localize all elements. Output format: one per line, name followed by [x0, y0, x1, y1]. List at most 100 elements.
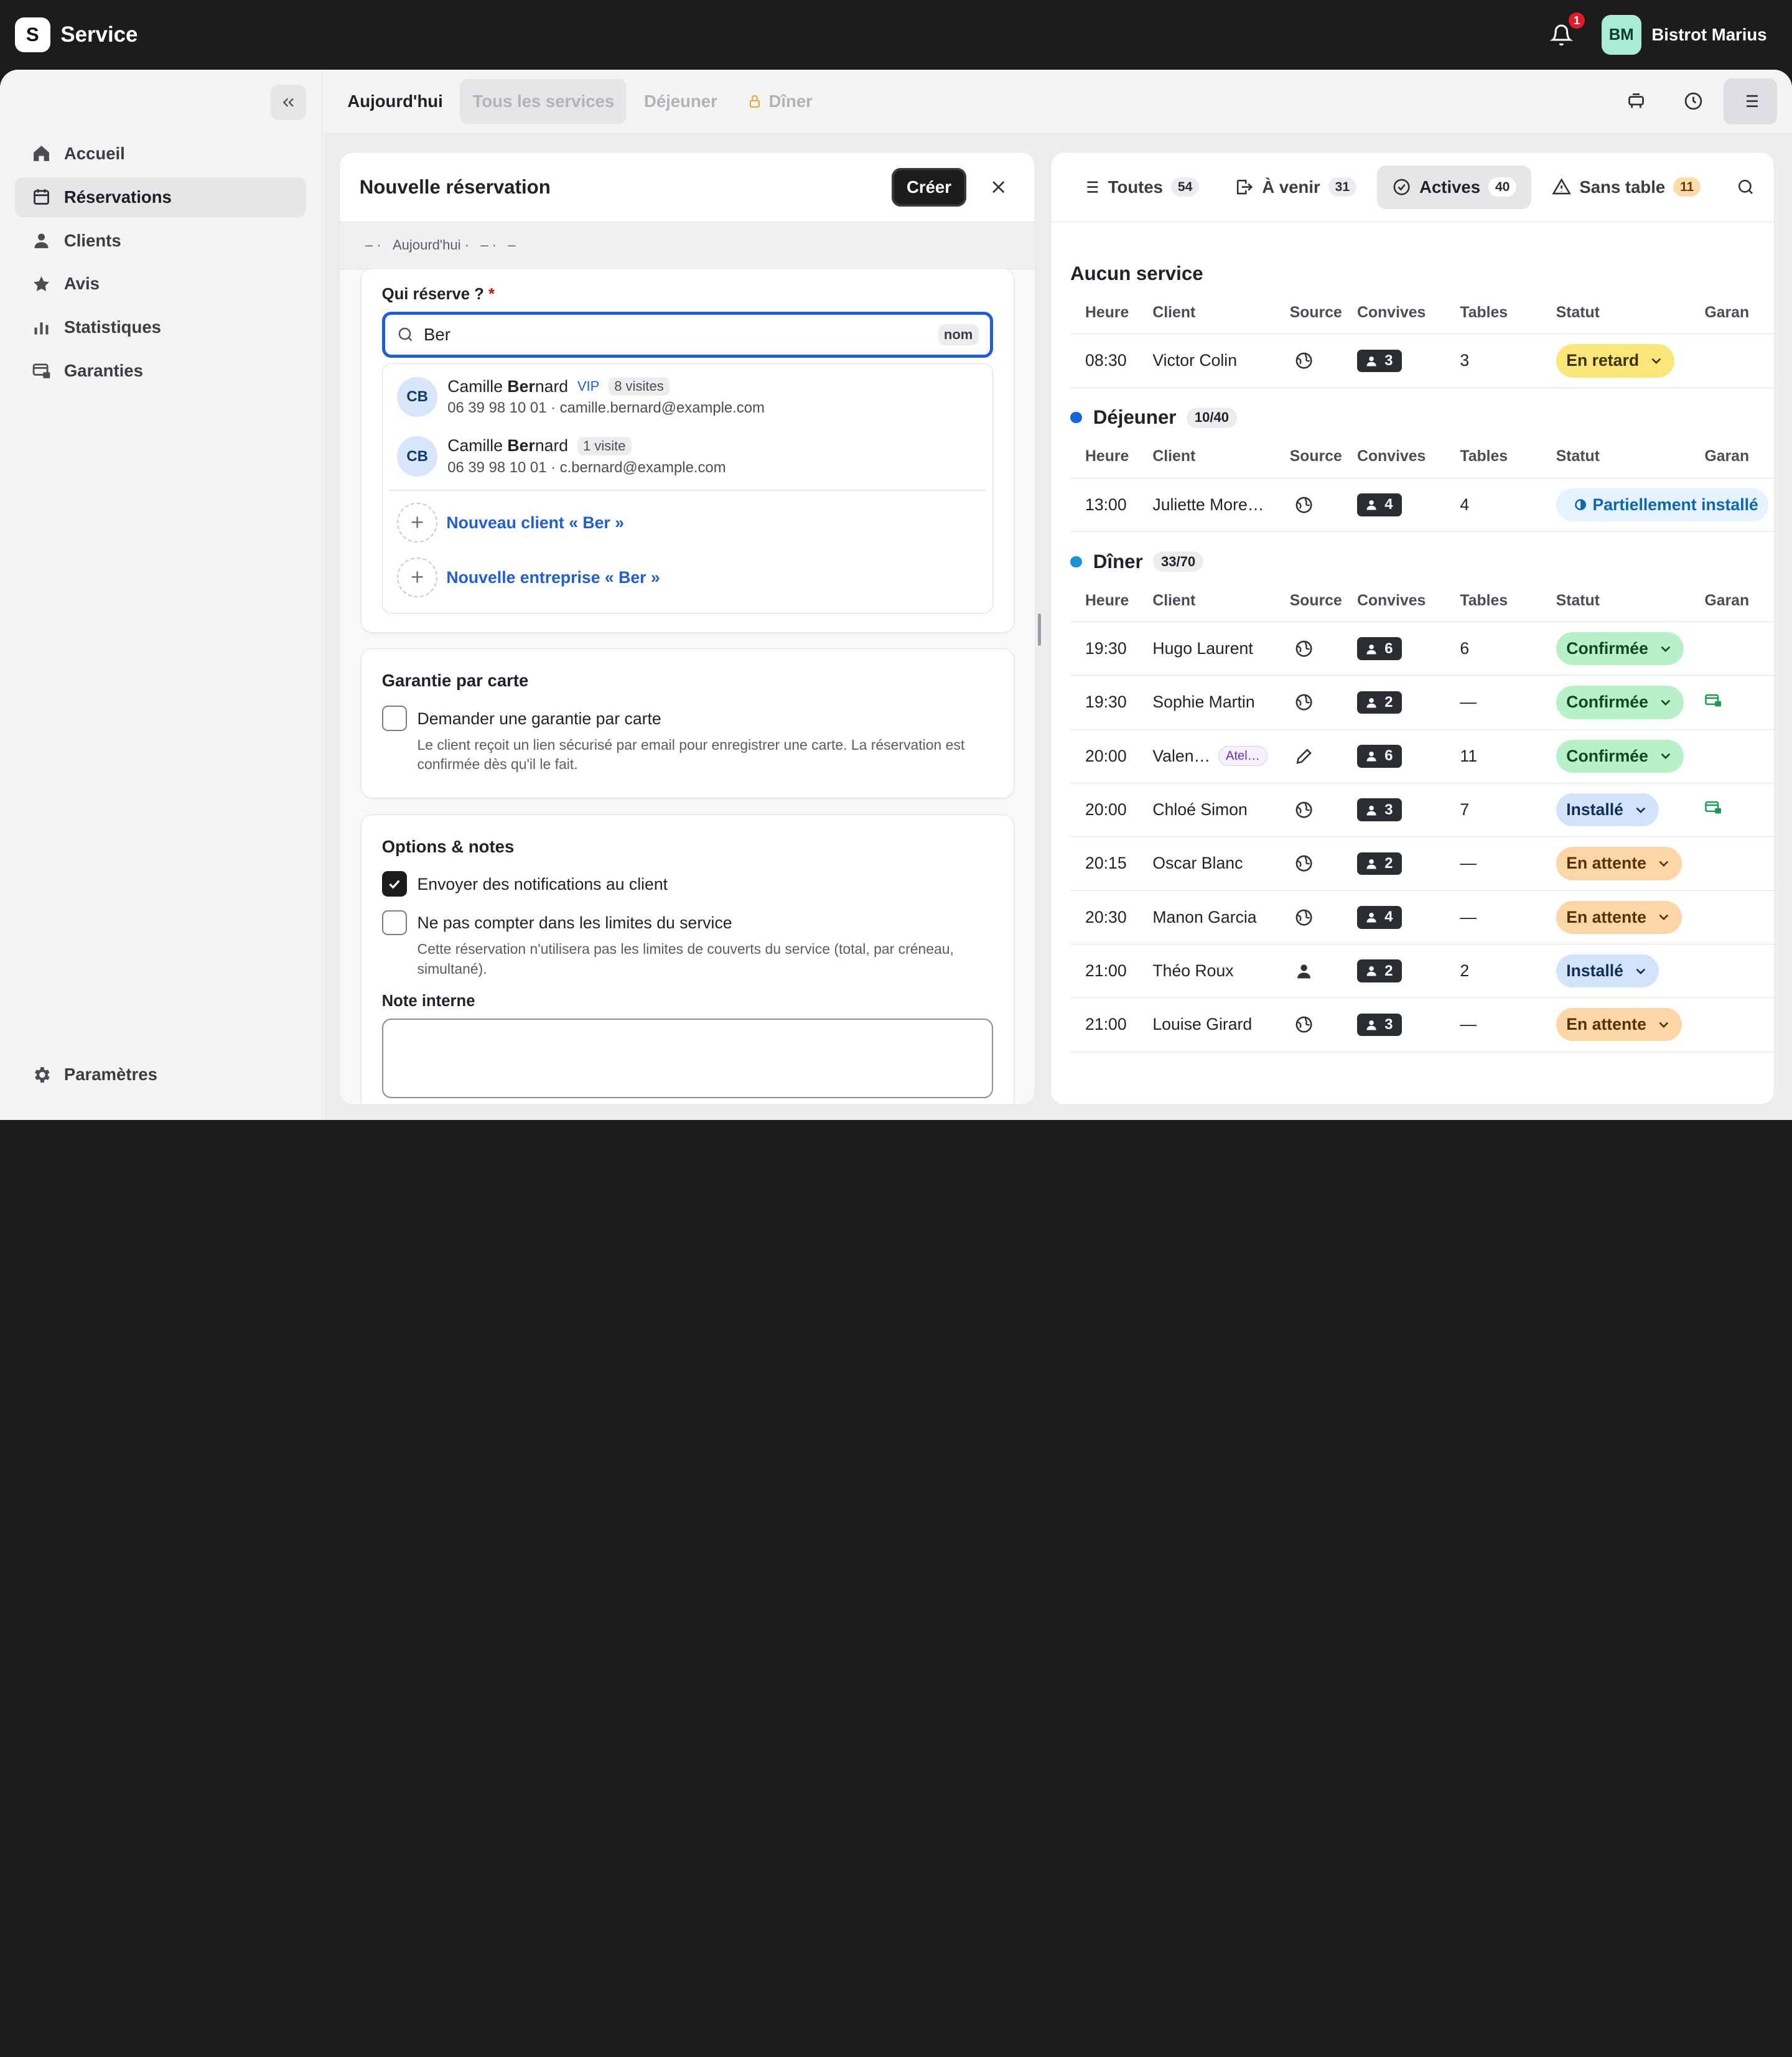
row-tables: 7 [1460, 800, 1470, 819]
panel-title: Nouvelle réservation [359, 175, 551, 198]
col-guarantee[interactable]: Garan [1704, 304, 1762, 322]
new-company-option[interactable]: + Nouvelle entreprise « Ber » [383, 550, 992, 605]
col-client[interactable]: Client [1152, 448, 1289, 465]
sidebar-item-clients[interactable]: Clients [15, 220, 306, 260]
status-badge[interactable]: En attente [1556, 847, 1682, 880]
col-guarantee[interactable]: Garan [1704, 592, 1762, 610]
panel-resize-handle[interactable] [1037, 613, 1042, 646]
col-time[interactable]: Heure [1070, 448, 1152, 465]
check-circle-icon [1393, 179, 1410, 195]
status-badge[interactable]: Confirmée [1556, 632, 1684, 666]
user-avatar[interactable]: BM [1601, 14, 1641, 55]
reservation-row[interactable]: 19:30 Sophie Martin 2 — Confirmée [1070, 676, 1775, 730]
collapse-sidebar-button[interactable] [271, 84, 307, 120]
status-label: Confirmée [1566, 639, 1648, 658]
status-badge[interactable]: Partiellement installé [1556, 488, 1769, 521]
user-name[interactable]: Bistrot Marius [1651, 25, 1766, 45]
timeline-view-button[interactable] [1666, 78, 1720, 124]
col-source[interactable]: Source [1290, 304, 1357, 322]
reservation-row[interactable]: 20:00 Chloé Simon 3 7 Installé [1070, 783, 1775, 837]
client-contact: 06 39 98 10 01 · camille.bernard@example… [447, 399, 765, 417]
half-circle-icon [1575, 499, 1587, 511]
search-mode-tag[interactable]: nom [938, 324, 979, 345]
col-time[interactable]: Heure [1070, 304, 1152, 322]
create-button[interactable]: Créer [892, 167, 966, 207]
globe-icon [1295, 909, 1312, 926]
col-guests[interactable]: Convives [1357, 304, 1460, 322]
col-guests[interactable]: Convives [1357, 592, 1460, 610]
sidebar-item-label: Garanties [63, 360, 143, 380]
col-source[interactable]: Source [1290, 592, 1357, 610]
options-title: Options & notes [381, 836, 515, 856]
client-search-input[interactable]: Ber nom [381, 312, 993, 358]
table-plan-view-button[interactable] [1609, 78, 1663, 124]
new-client-option[interactable]: + Nouveau client « Ber » [383, 495, 992, 550]
reservation-row[interactable]: 08:30 Victor Colin 3 3 En retard [1070, 334, 1775, 388]
reservation-row[interactable]: 19:30 Hugo Laurent 6 6 Confirmée [1070, 622, 1775, 676]
tab-dinner[interactable]: Dîner [734, 79, 825, 124]
tab-all-services[interactable]: Tous les services [460, 79, 627, 124]
status-badge[interactable]: En retard [1556, 344, 1675, 378]
row-guests: 2 [1357, 691, 1460, 714]
sidebar-item-accueil[interactable]: Accueil [15, 134, 306, 174]
sidebar-item-reservations[interactable]: Réservations [14, 177, 307, 217]
col-status[interactable]: Statut [1556, 448, 1705, 465]
sidebar-item-garanties[interactable]: Garanties [15, 351, 306, 391]
reservation-row[interactable]: 21:00 Théo Roux 2 2 Installé [1070, 945, 1775, 999]
internal-note-textarea[interactable] [381, 1018, 993, 1099]
card-guarantee-option[interactable]: Demander une garantie par carte [418, 709, 993, 729]
filter-tab[interactable]: Actives 40 [1377, 165, 1532, 209]
status-badge[interactable]: Installé [1556, 793, 1659, 827]
sidebar-item-settings[interactable]: Paramètres [15, 1055, 306, 1094]
capacity-badge: 10/40 [1186, 407, 1237, 428]
person-icon [1366, 356, 1376, 366]
col-tables[interactable]: Tables [1460, 448, 1556, 465]
tab-today[interactable]: Aujourd'hui [335, 79, 455, 124]
filter-tab[interactable]: Toutes 54 [1066, 166, 1214, 209]
col-status[interactable]: Statut [1556, 592, 1705, 610]
globe-icon [1295, 497, 1312, 513]
reservation-row[interactable]: 13:00 Juliette More… 4 4 Partiellement i… [1070, 478, 1775, 532]
col-source[interactable]: Source [1290, 448, 1357, 465]
filter-tab[interactable]: À venir 31 [1220, 166, 1371, 209]
col-tables[interactable]: Tables [1460, 592, 1556, 610]
status-badge[interactable]: En attente [1556, 900, 1682, 934]
sidebar-item-statistiques[interactable]: Statistiques [15, 307, 306, 347]
reservation-row[interactable]: 20:15 Oscar Blanc 2 — En attente [1070, 837, 1775, 891]
reservation-row[interactable]: 20:00 Valen… Atel… 6 11 Confirmée [1070, 730, 1775, 783]
notify-client-label[interactable]: Envoyer des notifications au client [418, 875, 668, 894]
no-limit-checkbox[interactable] [381, 910, 407, 936]
notifications-button[interactable]: 1 [1546, 12, 1585, 50]
client-result[interactable]: CB Camille Ber nard 1 visite 06 39 98 10 0… [383, 427, 992, 487]
sidebar-item-avis[interactable]: Avis [15, 264, 306, 304]
card-guarantee-checkbox[interactable] [381, 706, 407, 731]
status-badge[interactable]: Confirmée [1556, 686, 1684, 719]
guests-count: 6 [1384, 640, 1393, 657]
col-client[interactable]: Client [1152, 304, 1289, 322]
row-time: 20:00 [1085, 746, 1127, 765]
filter-tab[interactable]: Sans table 11 [1537, 166, 1715, 209]
reservation-row[interactable]: 21:00 Louise Girard 3 — En attente [1070, 998, 1775, 1052]
row-tables: 6 [1460, 639, 1470, 658]
reservation-row[interactable]: 20:30 Manon Garcia 4 — En attente [1070, 891, 1775, 945]
col-time[interactable]: Heure [1070, 592, 1152, 610]
col-status[interactable]: Statut [1556, 304, 1705, 322]
reservation-summary-breadcrumb[interactable]: – · Aujourd'hui · – · – [340, 222, 1035, 269]
notify-client-checkbox[interactable] [381, 871, 407, 897]
col-guests[interactable]: Convives [1357, 448, 1460, 465]
col-client[interactable]: Client [1152, 592, 1289, 610]
status-badge[interactable]: Installé [1556, 954, 1659, 988]
status-badge[interactable]: Confirmée [1556, 739, 1684, 773]
filter-label: Toutes [1108, 177, 1163, 197]
close-panel-button[interactable] [981, 170, 1015, 204]
col-guarantee[interactable]: Garan [1704, 448, 1762, 465]
client-result[interactable]: CB Camille Ber nard VIP 8 visites 06 39 98 … [383, 367, 992, 427]
list-view-button[interactable] [1723, 78, 1778, 124]
search-reservations-button[interactable] [1729, 170, 1763, 204]
no-limit-label[interactable]: Ne pas compter dans les limites du servi… [418, 913, 993, 933]
status-badge[interactable]: En attente [1556, 1008, 1682, 1042]
col-tables[interactable]: Tables [1460, 304, 1556, 322]
tab-lunch[interactable]: Déjeuner [632, 79, 730, 124]
clock-icon [1684, 93, 1702, 110]
row-tables: 4 [1460, 495, 1470, 514]
